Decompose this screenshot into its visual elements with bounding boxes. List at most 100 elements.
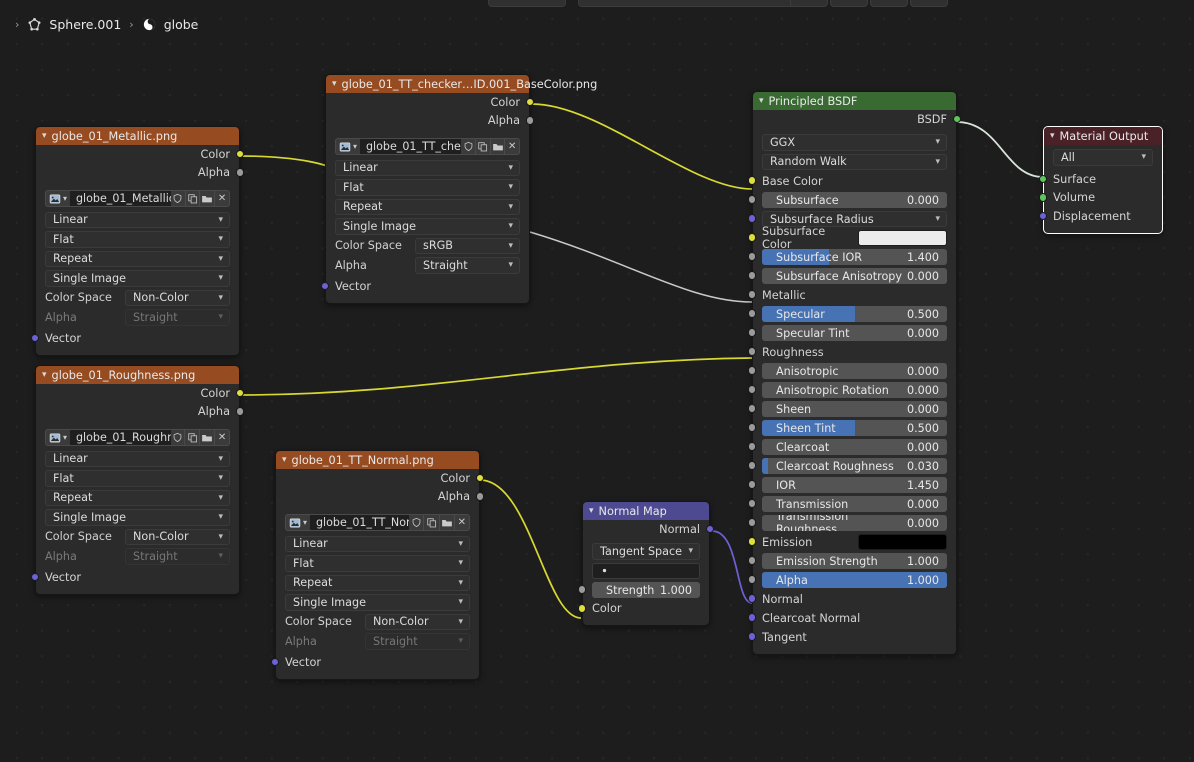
folder-icon[interactable] — [439, 514, 455, 531]
chevron-down-icon[interactable]: ▾ — [218, 473, 223, 483]
input-socket-color[interactable]: Color — [577, 600, 709, 619]
image-datablock-row[interactable]: ▾ globe_01_TT_Nor... ✕ — [276, 512, 479, 534]
chevron-down-icon[interactable]: ▾ — [218, 512, 223, 522]
output-socket-alpha[interactable]: Alpha — [276, 488, 485, 507]
image-datablock-dropdown[interactable]: ▾ — [45, 429, 71, 446]
socket-float-dot[interactable] — [747, 461, 757, 470]
socket-float-dot[interactable] — [747, 290, 757, 299]
shield-icon[interactable] — [170, 429, 186, 446]
socket-color-dot[interactable] — [747, 233, 757, 242]
bsdf-row-clearcoat-roughness[interactable]: Clearcoat Roughness 0.030 — [747, 457, 947, 476]
interpolation-select[interactable]: Linear ▾ — [276, 534, 479, 554]
bsdf-row-subsurface-color[interactable]: Subsurface Color — [747, 225, 947, 251]
image-name-field[interactable]: globe_01_Metallic... — [70, 190, 171, 207]
socket-vector-dot[interactable] — [30, 572, 40, 581]
node-normal-map[interactable]: ▾ Normal Map Normal Tangent Space ▾ Stren… — [577, 501, 715, 626]
bsdf-row-specular[interactable]: Specular 0.500 — [747, 305, 947, 324]
output-socket-alpha[interactable]: Alpha — [36, 403, 245, 422]
socket-color-dot[interactable] — [747, 537, 757, 546]
node-header[interactable]: ▾ globe_01_TT_checker…ID.001_BaseColor.p… — [326, 75, 597, 93]
output-socket-alpha[interactable]: Alpha — [326, 112, 535, 131]
socket-color-dot[interactable] — [235, 149, 245, 158]
socket-surface-dot[interactable] — [1038, 174, 1048, 183]
copy-icon[interactable] — [185, 429, 201, 446]
socket-float-dot[interactable] — [747, 252, 757, 261]
socket-float-dot[interactable] — [747, 575, 757, 584]
chevron-down-icon[interactable]: ▾ — [508, 182, 513, 192]
source-select[interactable]: Single Image ▾ — [36, 508, 239, 528]
chevron-down-icon[interactable]: ▾ — [218, 493, 223, 503]
shield-icon[interactable] — [461, 138, 477, 155]
image-datablock-dropdown[interactable]: ▾ — [335, 138, 361, 155]
node-header[interactable]: ▾ globe_01_Metallic.png — [36, 127, 239, 145]
chevron-down-icon[interactable]: ▾ — [218, 273, 223, 283]
bsdf-row-sheen[interactable]: Sheen 0.000 — [747, 400, 947, 419]
close-icon[interactable]: ✕ — [215, 429, 231, 446]
socket-vector-dot[interactable] — [270, 657, 280, 666]
color-space-select[interactable]: sRGB ▾ — [415, 237, 520, 254]
bsdf-slider[interactable]: Clearcoat 0.000 — [762, 438, 947, 456]
socket-float-dot[interactable] — [747, 328, 757, 337]
bsdf-row-normal[interactable]: Normal — [747, 590, 947, 609]
image-datablock-dropdown[interactable]: ▾ — [285, 514, 311, 531]
socket-float-dot[interactable] — [747, 556, 757, 565]
output-socket-color[interactable]: Color — [36, 384, 245, 403]
breadcrumb-item-object[interactable]: Sphere.001 — [49, 17, 121, 32]
bsdf-slider[interactable]: Alpha 1.000 — [762, 571, 947, 589]
chevron-down-icon[interactable]: ▾ — [458, 578, 463, 588]
socket-displacement-dot[interactable] — [1038, 211, 1048, 220]
socket-float-dot[interactable] — [747, 309, 757, 318]
socket-float-dot[interactable] — [747, 271, 757, 280]
color-space-select[interactable]: Non-Color ▾ — [125, 289, 230, 306]
socket-float-dot[interactable] — [747, 385, 757, 394]
chevron-down-icon[interactable]: ▾ — [508, 221, 513, 231]
chevron-down-icon[interactable]: ▾ — [353, 142, 357, 151]
socket-float-dot[interactable] — [747, 366, 757, 375]
color-space-row[interactable]: Color Space sRGB ▾ — [326, 236, 529, 256]
folder-icon[interactable] — [200, 190, 216, 207]
output-socket-alpha[interactable]: Alpha — [36, 164, 245, 183]
space-select[interactable]: Tangent Space ▾ — [583, 542, 709, 562]
chevron-down-icon[interactable]: ▾ — [218, 234, 223, 244]
bsdf-row-ior[interactable]: IOR 1.450 — [747, 476, 947, 495]
input-socket-vector[interactable]: Vector — [30, 329, 239, 348]
chevron-down-icon[interactable]: ▾ — [935, 137, 940, 147]
socket-volume-dot[interactable] — [1038, 193, 1048, 202]
bsdf-row-subsurface[interactable]: Subsurface 0.000 — [747, 191, 947, 210]
socket-normal-dot[interactable] — [705, 524, 715, 533]
extension-select[interactable]: Repeat ▾ — [326, 197, 529, 217]
output-socket-normal[interactable]: Normal — [583, 520, 715, 539]
bsdf-row-anisotropic[interactable]: Anisotropic 0.000 — [747, 362, 947, 381]
socket-alpha-dot[interactable] — [475, 492, 485, 501]
socket-float-dot[interactable] — [747, 442, 757, 451]
chevron-down-icon[interactable]: ▾ — [458, 617, 463, 627]
extension-select[interactable]: Repeat ▾ — [36, 249, 239, 269]
input-socket-volume[interactable]: Volume — [1038, 189, 1162, 208]
extension-select[interactable]: Repeat ▾ — [36, 488, 239, 508]
socket-color-dot[interactable] — [235, 388, 245, 397]
chevron-down-icon[interactable]: ▾ — [759, 96, 764, 106]
bsdf-slider[interactable]: Subsurface Anisotropy 0.000 — [762, 267, 947, 285]
bsdf-slider[interactable]: Clearcoat Roughness 0.030 — [762, 457, 947, 475]
socket-vector-dot[interactable] — [747, 214, 757, 223]
bsdf-slider[interactable]: Transmission 0.000 — [762, 495, 947, 513]
socket-alpha-dot[interactable] — [235, 407, 245, 416]
projection-select[interactable]: Flat ▾ — [326, 178, 529, 198]
output-socket-color[interactable]: Color — [36, 145, 245, 164]
subsurface-method-select[interactable]: Random Walk ▾ — [753, 152, 956, 172]
chevron-down-icon[interactable]: ▾ — [508, 202, 513, 212]
bsdf-slider[interactable]: Anisotropic 0.000 — [762, 362, 947, 380]
node-principled-bsdf[interactable]: ▾ Principled BSDF BSDF GGX ▾ Random Walk ▾… — [747, 91, 962, 655]
projection-select[interactable]: Flat ▾ — [276, 554, 479, 574]
node-header[interactable]: ▾ globe_01_Roughness.png — [36, 366, 239, 384]
socket-float-dot[interactable] — [747, 480, 757, 489]
projection-select[interactable]: Flat ▾ — [36, 230, 239, 250]
bsdf-row-anisotropic-rotation[interactable]: Anisotropic Rotation 0.000 — [747, 381, 947, 400]
bsdf-slider[interactable]: Subsurface 0.000 — [762, 191, 947, 209]
socket-strength-dot[interactable] — [577, 585, 587, 594]
chevron-down-icon[interactable]: ▾ — [458, 558, 463, 568]
node-material-output[interactable]: ▾ Material Output All ▾ Surface Volume Di… — [1038, 126, 1163, 234]
bsdf-row-roughness[interactable]: Roughness — [747, 343, 947, 362]
chevron-down-icon[interactable]: ▾ — [218, 454, 223, 464]
socket-float-dot[interactable] — [747, 195, 757, 204]
